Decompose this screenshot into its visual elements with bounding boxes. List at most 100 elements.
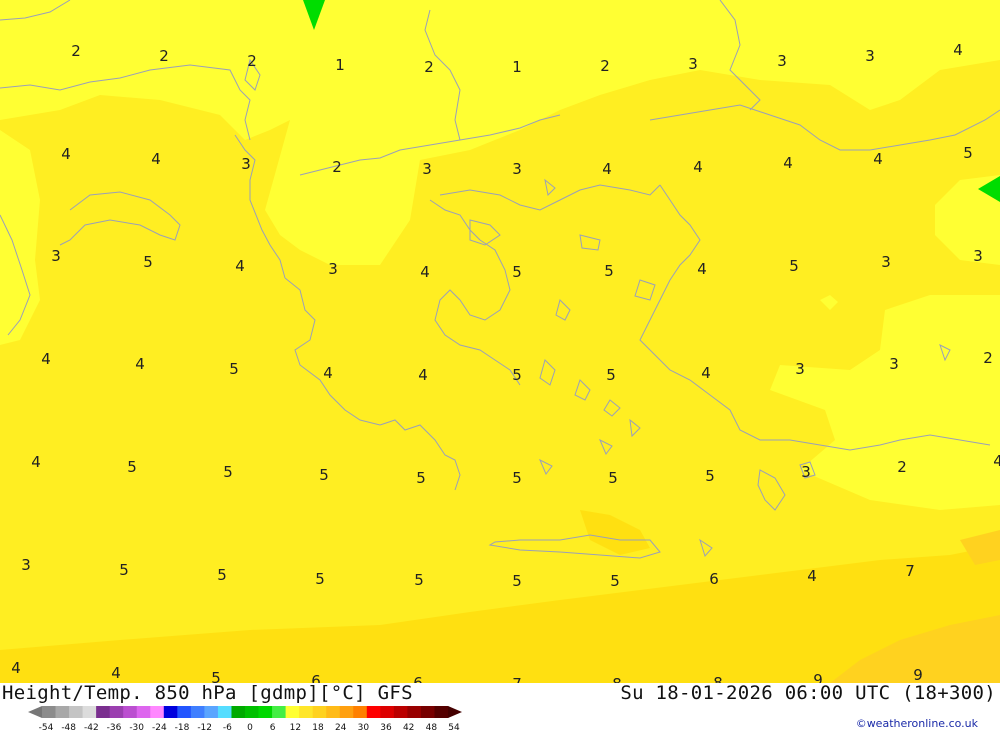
value-label: 5	[789, 257, 799, 275]
value-label: 5	[217, 566, 227, 584]
value-label: 4	[41, 350, 51, 368]
legend-swatch	[217, 706, 232, 718]
value-label: 4	[135, 355, 145, 373]
value-label: 4	[235, 257, 245, 275]
value-label: 6	[413, 674, 423, 683]
legend-swatch	[123, 706, 138, 718]
value-label: 5	[416, 469, 426, 487]
value-label: 4	[418, 366, 428, 384]
value-label: 2	[332, 158, 342, 176]
value-label: 5	[512, 469, 522, 487]
value-label: 5	[606, 366, 616, 384]
legend-swatch	[393, 706, 408, 718]
value-label: 2	[983, 349, 993, 367]
legend-tick-label: -24	[152, 723, 167, 733]
value-label: 2	[897, 458, 907, 476]
legend-swatch	[96, 706, 111, 718]
map-title: Height/Temp. 850 hPa [gdmp][°C] GFS	[2, 682, 413, 704]
value-label: 4	[151, 150, 161, 168]
legend-swatch	[231, 706, 246, 718]
legend-swatch	[420, 706, 435, 718]
legend-tick-label: -12	[197, 723, 212, 733]
value-label: 5	[610, 572, 620, 590]
value-label: 5	[512, 366, 522, 384]
temperature-map: 2 2 2 1 2 1 2 3 3 3 4 4 4 3 2 3 3 4 4 4 4 5 3 5 4 3 4 5 5 4 5 3 3 4 4 5 4 4 5 5…	[0, 0, 1000, 683]
credit-link[interactable]: ©weatheronline.co.uk	[856, 717, 978, 730]
value-label: 2	[424, 58, 434, 76]
value-label: 3	[801, 463, 811, 481]
value-label: 2	[71, 42, 81, 60]
value-label: 4	[873, 150, 883, 168]
legend-swatch	[380, 706, 395, 718]
legend-swatch	[312, 706, 327, 718]
legend-swatch	[326, 706, 341, 718]
color-legend: -54 -48 -42 -36 -30 -24 -18 -12 -6 0 6 12 18 24 30 36 42…	[28, 706, 462, 733]
legend-tick-label: 0	[247, 723, 253, 733]
legend-swatch	[353, 706, 368, 718]
value-label: 5	[608, 469, 618, 487]
legend-swatch	[82, 706, 97, 718]
value-label: 5	[119, 561, 129, 579]
value-label: 5	[512, 572, 522, 590]
legend-tick-label: 48	[426, 723, 438, 733]
legend-swatch	[299, 706, 314, 718]
value-label: 3	[973, 247, 983, 265]
legend-tick-label: 30	[358, 723, 370, 733]
value-label: 2	[159, 47, 169, 65]
legend-swatch	[163, 706, 178, 718]
value-label: 4	[697, 260, 707, 278]
value-label: 5	[127, 458, 137, 476]
legend-swatch	[204, 706, 219, 718]
value-label: 3	[889, 355, 899, 373]
value-label: 3	[795, 360, 805, 378]
value-label: 4	[993, 452, 1000, 470]
value-label: 3	[881, 253, 891, 271]
forecast-time: Su 18-01-2026 06:00 UTC (18+300)	[620, 682, 996, 704]
value-label: 7	[512, 675, 522, 683]
value-label: 4	[31, 453, 41, 471]
value-label: 3	[21, 556, 31, 574]
value-label: 2	[247, 52, 257, 70]
legend-tick-label: -42	[84, 723, 99, 733]
value-label: 5	[963, 144, 973, 162]
value-label: 5	[211, 669, 221, 683]
legend-tick-label: 54	[448, 723, 460, 733]
legend-tick-label: -54	[39, 723, 54, 733]
value-label: 5	[229, 360, 239, 378]
value-label: 4	[323, 364, 333, 382]
legend-swatch	[42, 706, 56, 718]
value-label: 4	[701, 364, 711, 382]
value-label: 3	[865, 47, 875, 65]
legend-tick-label: -30	[129, 723, 144, 733]
legend-tick-label: -36	[107, 723, 122, 733]
value-label: 9	[913, 666, 923, 683]
legend-tick-label: 12	[290, 723, 301, 733]
legend-swatch	[407, 706, 422, 718]
legend-left-arrow	[28, 706, 42, 718]
legend-tick-label: 6	[270, 723, 276, 733]
legend-swatch	[272, 706, 286, 718]
value-label: 3	[241, 155, 251, 173]
legend-swatch	[109, 706, 124, 718]
value-label: 3	[51, 247, 61, 265]
legend-tick-label: -6	[223, 723, 232, 733]
legend-tick-label: 18	[312, 723, 324, 733]
value-label: 5	[319, 466, 329, 484]
value-label: 5	[604, 262, 614, 280]
legend-swatch	[258, 706, 273, 718]
value-label: 3	[512, 160, 522, 178]
value-label: 5	[143, 253, 153, 271]
value-label: 5	[223, 463, 233, 481]
legend-swatch	[339, 706, 354, 718]
legend-swatch	[55, 706, 70, 718]
legend-swatch	[245, 706, 259, 718]
value-label: 4	[953, 41, 963, 59]
value-label: 4	[11, 659, 21, 677]
legend-tick-label: 24	[335, 723, 347, 733]
value-label: 5	[705, 467, 715, 485]
value-label: 7	[905, 562, 915, 580]
value-label: 4	[693, 158, 703, 176]
legend-swatch	[177, 706, 192, 718]
legend-swatch	[366, 706, 381, 718]
value-label: 5	[512, 263, 522, 281]
